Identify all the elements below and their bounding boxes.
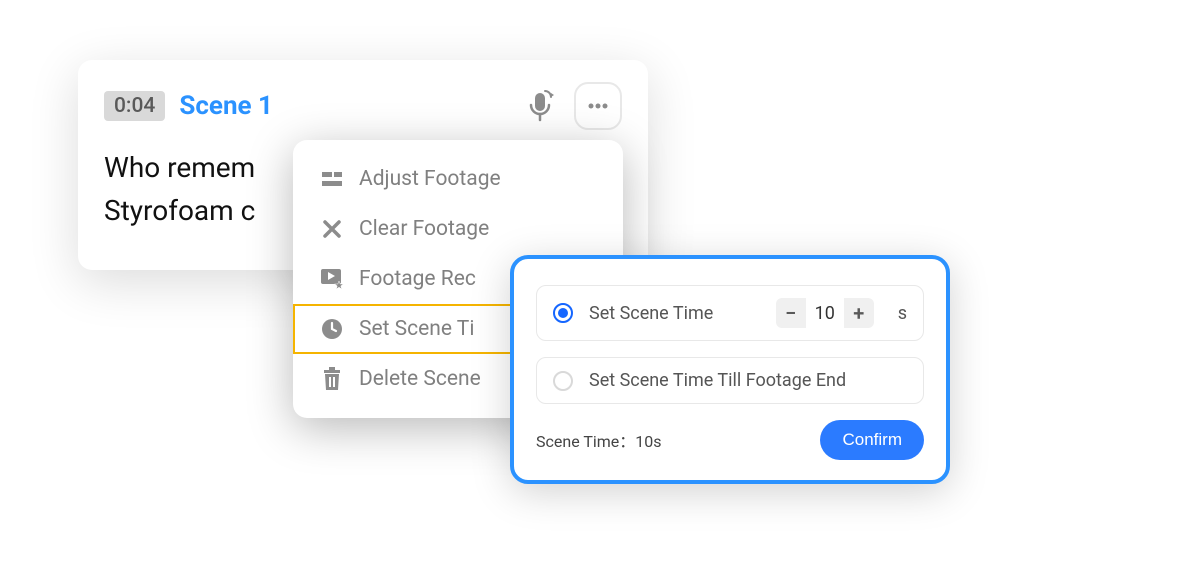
dialog-footer: Scene Time：10s Confirm <box>536 420 924 460</box>
clock-icon <box>319 316 345 342</box>
option-till-footage-end[interactable]: Set Scene Time Till Footage End <box>536 357 924 404</box>
scene-title: Scene 1 <box>179 91 273 121</box>
scene-time-readout: Scene Time：10s <box>536 428 662 452</box>
radio-till-end[interactable] <box>553 371 573 391</box>
scene-timestamp: 0:04 <box>104 91 165 121</box>
set-scene-time-dialog: Set Scene Time − 10 + s Set Scene Time T… <box>510 255 950 484</box>
play-star-icon <box>319 266 345 292</box>
menu-label: Adjust Footage <box>359 167 501 191</box>
menu-label: Set Scene Ti <box>359 317 474 341</box>
confirm-button[interactable]: Confirm <box>820 420 924 460</box>
sliders-icon <box>319 166 345 192</box>
trash-icon <box>319 366 345 392</box>
stepper-minus[interactable]: − <box>776 298 806 328</box>
menu-item-adjust-footage[interactable]: Adjust Footage <box>293 154 623 204</box>
menu-label: Footage Rec <box>359 267 476 291</box>
radio-set-time[interactable] <box>553 303 573 323</box>
stepper-value: 10 <box>806 298 844 328</box>
mic-icon[interactable] <box>520 86 560 126</box>
menu-item-clear-footage[interactable]: Clear Footage <box>293 204 623 254</box>
time-stepper: − 10 + <box>776 298 874 328</box>
option-label: Set Scene Time Till Footage End <box>589 370 846 391</box>
menu-label: Delete Scene <box>359 367 481 391</box>
scene-header: 0:04 Scene 1 <box>104 82 622 130</box>
stepper-unit: s <box>898 303 907 324</box>
option-label: Set Scene Time <box>589 303 713 324</box>
menu-label: Clear Footage <box>359 217 489 241</box>
option-set-scene-time[interactable]: Set Scene Time − 10 + s <box>536 285 924 341</box>
stepper-plus[interactable]: + <box>844 298 874 328</box>
close-icon <box>319 216 345 242</box>
more-button[interactable] <box>574 82 622 130</box>
